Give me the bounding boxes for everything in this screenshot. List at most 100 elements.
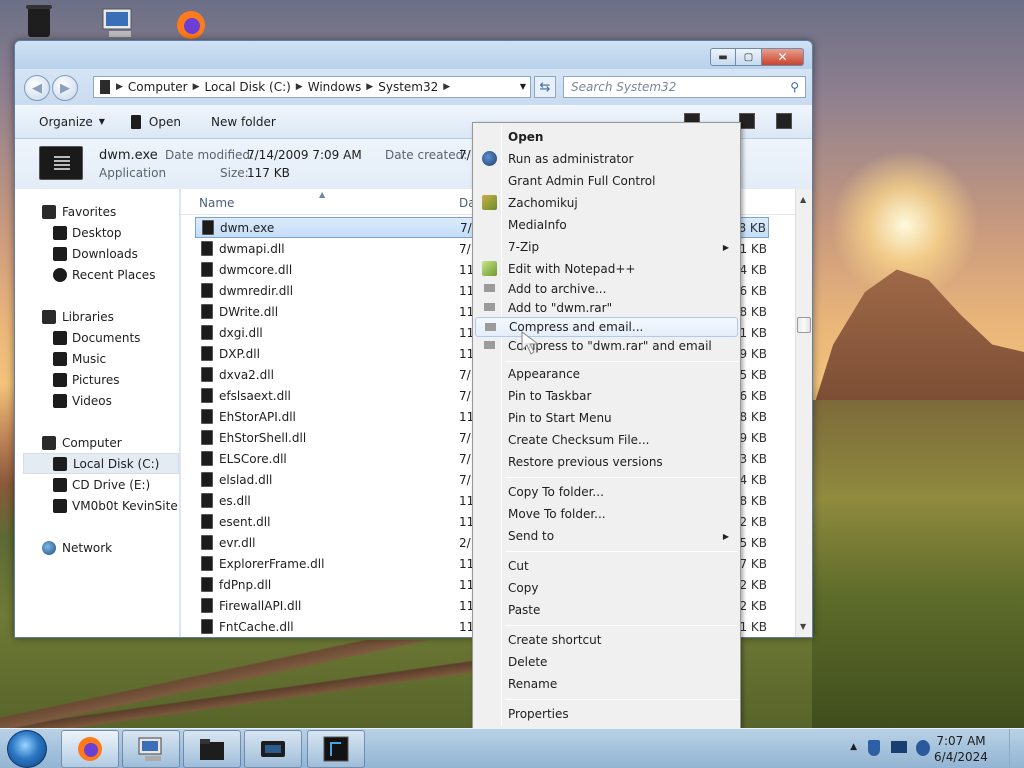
nav-network[interactable]: Network (15, 537, 179, 558)
back-button[interactable]: ◀ (24, 75, 50, 101)
show-desktop-button[interactable] (1009, 729, 1024, 768)
system-clock[interactable]: 7:07 AM 6/4/2024 (926, 733, 996, 765)
preview-pane-button[interactable] (739, 113, 755, 129)
new-folder-button[interactable]: New folder (191, 115, 286, 129)
file-icon (201, 451, 213, 466)
security-shield-icon[interactable] (868, 740, 880, 756)
menu-open[interactable]: Open (475, 126, 738, 148)
file-size: 4 KB (739, 262, 767, 277)
menu-pin-start[interactable]: Pin to Start Menu (475, 407, 738, 429)
media-icon (261, 741, 285, 757)
menu-paste[interactable]: Paste (475, 599, 738, 621)
nav-recent-places[interactable]: Recent Places (15, 264, 179, 285)
menu-create-checksum[interactable]: Create Checksum File... (475, 429, 738, 451)
menu-properties[interactable]: Properties (475, 703, 738, 725)
forward-button[interactable]: ▶ (52, 75, 78, 101)
close-button[interactable]: ✕ (762, 48, 804, 66)
nav-desktop[interactable]: Desktop (15, 222, 179, 243)
menu-run-as-admin[interactable]: Run as administrator (475, 148, 738, 170)
show-hidden-icons-icon[interactable]: ▲ (850, 742, 857, 752)
nav-cd-drive[interactable]: CD Drive (E:) (15, 474, 179, 495)
file-name: EhStorAPI.dll (219, 409, 296, 424)
nav-favorites[interactable]: Favorites (15, 201, 179, 222)
start-button[interactable] (7, 730, 47, 768)
menu-rename[interactable]: Rename (475, 673, 738, 695)
taskbar-app[interactable] (307, 730, 365, 768)
menu-create-shortcut[interactable]: Create shortcut (475, 629, 738, 651)
menu-copy[interactable]: Copy (475, 577, 738, 599)
title-bar[interactable]: ▬ ▢ ✕ (15, 41, 812, 69)
file-size: 8 KB (739, 304, 767, 319)
breadcrumb-computer[interactable]: Computer (123, 80, 193, 94)
nav-documents[interactable]: Documents (15, 327, 179, 348)
menu-grant-admin[interactable]: Grant Admin Full Control (475, 170, 738, 192)
menu-zachomikuj[interactable]: Zachomikuj (475, 192, 738, 214)
firefox-desktop-icon[interactable] (170, 2, 212, 40)
nav-libraries[interactable]: Libraries (15, 306, 179, 327)
clock-time: 7:07 AM (936, 734, 986, 748)
breadcrumb-local-disk[interactable]: Local Disk (C:) (200, 80, 296, 94)
scroll-down-arrow-icon[interactable]: ▼ (800, 622, 806, 631)
nav-local-disk[interactable]: Local Disk (C:) (23, 453, 179, 474)
search-icon[interactable]: ⚲ (790, 80, 799, 94)
breadcrumb-windows[interactable]: Windows (303, 80, 367, 94)
menu-move-to-folder[interactable]: Move To folder... (475, 503, 738, 525)
column-name[interactable]: Name (199, 196, 234, 210)
file-name: dwm.exe (220, 220, 275, 235)
chevron-down-icon[interactable]: ▼ (520, 82, 526, 91)
taskbar-media[interactable] (244, 730, 302, 768)
file-size: 4 KB (739, 472, 767, 487)
computer-desktop-icon[interactable] (98, 2, 140, 40)
menu-mediainfo[interactable]: MediaInfo (475, 214, 738, 236)
organize-button[interactable]: Organize ▼ (15, 115, 115, 129)
menu-send-to[interactable]: Send to ▶ (475, 525, 738, 547)
menu-cut[interactable]: Cut (475, 555, 738, 577)
wallpaper-fence (0, 640, 480, 730)
menu-7zip[interactable]: 7-Zip ▶ (475, 236, 738, 258)
recycle-bin-icon[interactable] (18, 2, 60, 40)
file-icon (201, 325, 213, 340)
chevron-right-icon[interactable]: ▶ (443, 82, 450, 92)
nav-videos[interactable]: Videos (15, 390, 179, 411)
maximize-button[interactable]: ▢ (736, 48, 762, 66)
menu-copy-to-folder[interactable]: Copy To folder... (475, 481, 738, 503)
scrollbar-thumb[interactable] (797, 317, 811, 333)
nav-music[interactable]: Music (15, 348, 179, 369)
file-name: dwmredir.dll (219, 283, 294, 298)
file-icon (201, 577, 213, 592)
file-name: fdPnp.dll (219, 577, 272, 592)
network-icon[interactable] (891, 741, 907, 753)
chevron-right-icon[interactable]: ▶ (296, 82, 303, 92)
downloads-icon (53, 246, 67, 261)
menu-compress-email[interactable]: Compress and email... (475, 317, 738, 337)
menu-delete[interactable]: Delete (475, 651, 738, 673)
file-icon (201, 388, 213, 403)
recent-places-icon (53, 267, 67, 282)
refresh-button[interactable]: ⇆ (534, 76, 556, 98)
menu-pin-taskbar[interactable]: Pin to Taskbar (475, 385, 738, 407)
file-size: 6 KB (739, 283, 767, 298)
menu-restore-versions[interactable]: Restore previous versions (475, 451, 738, 473)
menu-add-to-rar[interactable]: Add to "dwm.rar" (475, 297, 738, 319)
menu-appearance[interactable]: Appearance (475, 363, 738, 385)
nav-downloads[interactable]: Downloads (15, 243, 179, 264)
chevron-right-icon[interactable]: ▶ (193, 82, 200, 92)
address-bar[interactable]: ▶ Computer ▶ Local Disk (C:) ▶ Windows ▶… (93, 76, 531, 98)
search-input[interactable]: Search System32 ⚲ (563, 76, 806, 98)
breadcrumb-system32[interactable]: System32 (373, 80, 443, 94)
help-button[interactable] (776, 113, 792, 129)
vertical-scrollbar[interactable]: ▲ ▼ (795, 189, 812, 637)
open-button[interactable]: Open (115, 114, 191, 129)
file-size: 8 KB (739, 493, 767, 508)
scroll-up-arrow-icon[interactable]: ▲ (800, 195, 806, 204)
menu-edit-notepad[interactable]: Edit with Notepad++ (475, 258, 738, 280)
minimize-button[interactable]: ▬ (710, 48, 736, 66)
menu-compress-rar-email[interactable]: Compress to "dwm.rar" and email (475, 335, 738, 357)
nav-vm-site[interactable]: VM0b0t KevinSite (15, 495, 179, 516)
nav-pictures[interactable]: Pictures (15, 369, 179, 390)
chevron-right-icon[interactable]: ▶ (366, 82, 373, 92)
nav-computer[interactable]: Computer (15, 432, 179, 453)
taskbar-explorer[interactable] (183, 730, 241, 768)
taskbar-computer[interactable] (122, 730, 180, 768)
taskbar-firefox[interactable] (61, 730, 119, 768)
